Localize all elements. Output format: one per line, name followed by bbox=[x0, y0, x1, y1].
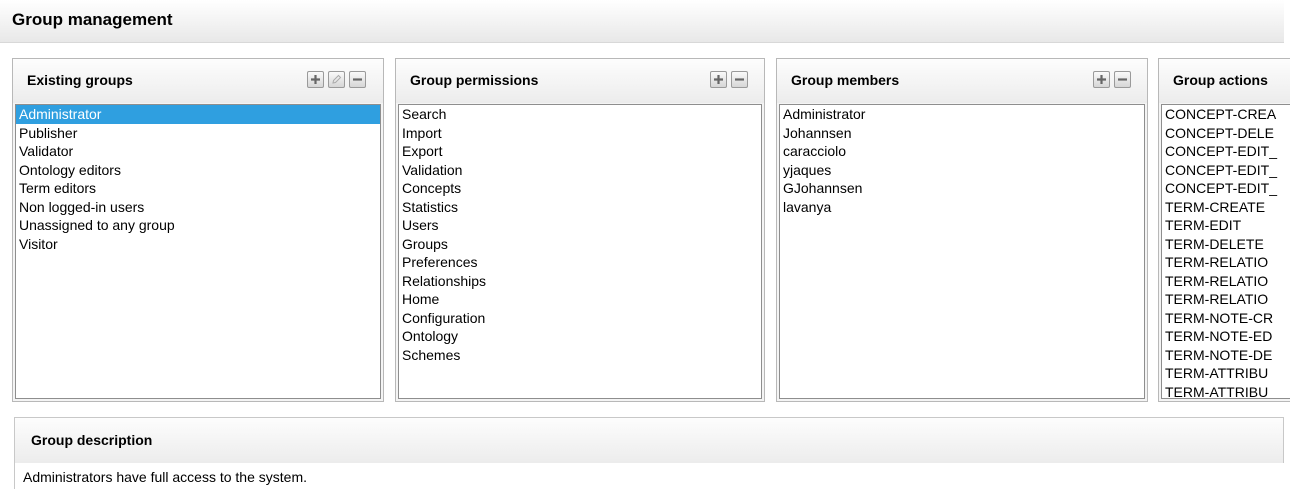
list-item[interactable]: Term editors bbox=[16, 179, 380, 198]
list-item[interactable]: Configuration bbox=[399, 309, 761, 328]
group-description-panel: Group description bbox=[14, 417, 1284, 463]
list-item[interactable]: Preferences bbox=[399, 253, 761, 272]
list-item[interactable]: TERM-NOTE-ED bbox=[1162, 327, 1290, 346]
list-item[interactable]: Administrator bbox=[16, 105, 380, 124]
panel-title: Existing groups bbox=[27, 72, 133, 88]
group-permissions-panel: Group permissions Search Import Export Vali… bbox=[395, 58, 765, 402]
existing-groups-panel: Existing groups Administrator Publisher Va… bbox=[12, 58, 384, 402]
group-actions-list[interactable]: CONCEPT-CREA CONCEPT-DELE CONCEPT-EDIT_ CON… bbox=[1161, 104, 1290, 399]
list-item[interactable]: TERM-DELETE bbox=[1162, 235, 1290, 254]
list-item[interactable]: Unassigned to any group bbox=[16, 216, 380, 235]
minus-icon bbox=[353, 78, 362, 81]
plus-icon bbox=[1097, 75, 1106, 84]
group-members-panel: Group members Administrator Johannsen cara… bbox=[776, 58, 1148, 402]
list-item[interactable]: CONCEPT-EDIT_ bbox=[1162, 161, 1290, 180]
list-item[interactable]: TERM-NOTE-DE bbox=[1162, 346, 1290, 365]
minus-icon bbox=[1118, 78, 1127, 81]
page-title: Group management bbox=[12, 10, 173, 29]
list-item[interactable]: Validation bbox=[399, 161, 761, 180]
panel-title: Group members bbox=[791, 72, 900, 88]
list-item[interactable]: Import bbox=[399, 124, 761, 143]
panel-header: Group permissions bbox=[396, 59, 764, 103]
list-item[interactable]: Non logged-in users bbox=[16, 198, 380, 217]
list-item[interactable]: TERM-EDIT bbox=[1162, 216, 1290, 235]
list-item[interactable]: CONCEPT-EDIT_ bbox=[1162, 142, 1290, 161]
plus-icon bbox=[714, 75, 723, 84]
add-group-button[interactable] bbox=[307, 71, 324, 88]
minus-icon bbox=[735, 78, 744, 81]
list-item[interactable]: CONCEPT-DELE bbox=[1162, 124, 1290, 143]
remove-group-button[interactable] bbox=[349, 71, 366, 88]
pencil-icon bbox=[332, 74, 342, 84]
list-item[interactable]: GJohannsen bbox=[780, 179, 1144, 198]
list-item[interactable]: Visitor bbox=[16, 235, 380, 254]
group-actions-panel: Group actions CONCEPT-CREA CONCEPT-DELE CO… bbox=[1158, 58, 1290, 402]
list-item[interactable]: yjaques bbox=[780, 161, 1144, 180]
group-members-list[interactable]: Administrator Johannsen caracciolo yjaques G… bbox=[779, 104, 1145, 399]
list-item[interactable]: Relationships bbox=[399, 272, 761, 291]
list-item[interactable]: Home bbox=[399, 290, 761, 309]
group-description-body: Administrators have full access to the s… bbox=[14, 463, 1284, 489]
list-item[interactable]: lavanya bbox=[780, 198, 1144, 217]
plus-icon bbox=[311, 75, 320, 84]
add-member-button[interactable] bbox=[1093, 71, 1110, 88]
list-item[interactable]: Statistics bbox=[399, 198, 761, 217]
list-item[interactable]: CONCEPT-CREA bbox=[1162, 105, 1290, 124]
list-item[interactable]: Concepts bbox=[399, 179, 761, 198]
list-item[interactable]: CONCEPT-EDIT_ bbox=[1162, 179, 1290, 198]
list-item[interactable]: Administrator bbox=[780, 105, 1144, 124]
list-item[interactable]: TERM-ATTRIBU bbox=[1162, 364, 1290, 383]
list-item[interactable]: TERM-CREATE bbox=[1162, 198, 1290, 217]
add-permission-button[interactable] bbox=[710, 71, 727, 88]
list-item[interactable]: TERM-RELATIO bbox=[1162, 272, 1290, 291]
list-item[interactable]: Johannsen bbox=[780, 124, 1144, 143]
group-description-text: Administrators have full access to the s… bbox=[23, 469, 307, 485]
list-item[interactable]: TERM-NOTE-CR bbox=[1162, 309, 1290, 328]
list-item[interactable]: Groups bbox=[399, 235, 761, 254]
panel-title: Group actions bbox=[1173, 72, 1268, 88]
panel-header: Existing groups bbox=[13, 59, 383, 103]
page-header: Group management bbox=[0, 0, 1284, 43]
group-permissions-list[interactable]: Search Import Export Validation Concepts Stat… bbox=[398, 104, 762, 399]
group-description-title: Group description bbox=[31, 432, 153, 448]
list-item[interactable]: Ontology editors bbox=[16, 161, 380, 180]
list-item[interactable]: TERM-RELATIO bbox=[1162, 290, 1290, 309]
panel-title: Group permissions bbox=[410, 72, 539, 88]
list-item[interactable]: TERM-RELATIO bbox=[1162, 253, 1290, 272]
edit-group-button[interactable] bbox=[328, 71, 345, 88]
remove-permission-button[interactable] bbox=[731, 71, 748, 88]
list-item[interactable]: TERM-ATTRIBU bbox=[1162, 383, 1290, 399]
list-item[interactable]: Search bbox=[399, 105, 761, 124]
list-item[interactable]: Ontology bbox=[399, 327, 761, 346]
existing-groups-list[interactable]: Administrator Publisher Validator Ontology … bbox=[15, 104, 381, 399]
remove-member-button[interactable] bbox=[1114, 71, 1131, 88]
list-item[interactable]: Publisher bbox=[16, 124, 380, 143]
list-item[interactable]: Schemes bbox=[399, 346, 761, 365]
list-item[interactable]: Users bbox=[399, 216, 761, 235]
list-item[interactable]: caracciolo bbox=[780, 142, 1144, 161]
panel-header: Group actions bbox=[1159, 59, 1290, 103]
list-item[interactable]: Validator bbox=[16, 142, 380, 161]
panel-header: Group members bbox=[777, 59, 1147, 103]
list-item[interactable]: Export bbox=[399, 142, 761, 161]
